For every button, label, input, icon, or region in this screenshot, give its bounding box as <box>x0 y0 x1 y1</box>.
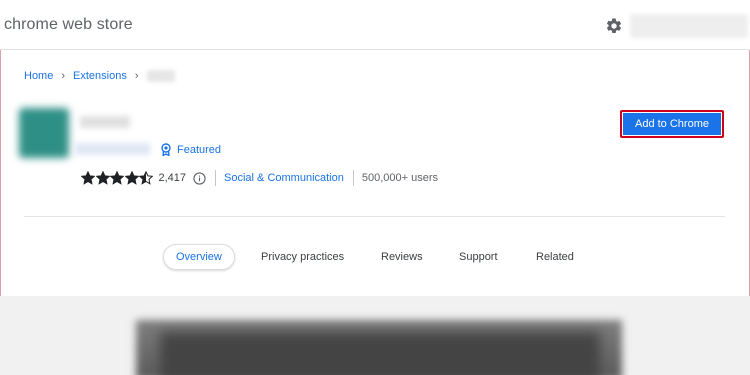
tab-reviews[interactable]: Reviews <box>381 244 423 270</box>
breadcrumb-home[interactable]: Home <box>24 70 53 82</box>
store-title[interactable]: chrome web store <box>4 16 133 34</box>
tab-overview[interactable]: Overview <box>163 244 235 270</box>
extension-name <box>80 116 130 128</box>
divider <box>215 170 217 186</box>
chevron-right-icon: › <box>134 70 139 82</box>
section-divider <box>24 216 725 217</box>
extension-publisher[interactable] <box>75 143 150 155</box>
star-icon <box>139 171 153 185</box>
store-header: chrome web store <box>0 0 750 50</box>
star-icon <box>124 171 139 185</box>
extension-icon <box>19 108 69 158</box>
chevron-right-icon: › <box>61 70 66 82</box>
add-to-chrome-button[interactable]: Add to Chrome <box>620 110 724 138</box>
info-icon[interactable] <box>193 171 206 185</box>
category-link[interactable]: Social & Communication <box>224 172 344 184</box>
featured-label: Featured <box>177 143 222 156</box>
featured-badge[interactable]: Featured <box>160 143 221 156</box>
breadcrumb-current <box>146 70 175 82</box>
detail-tabs: Overview Privacy practices Reviews Suppo… <box>0 244 750 270</box>
breadcrumb-extensions[interactable]: Extensions <box>73 70 127 82</box>
star-icon <box>110 171 124 185</box>
account-area[interactable] <box>630 14 748 38</box>
gear-icon[interactable] <box>605 17 623 35</box>
divider <box>352 170 354 186</box>
breadcrumb: Home › Extensions › <box>24 70 175 82</box>
star-icon <box>81 171 95 185</box>
rating-count[interactable]: 2,417 <box>159 172 187 184</box>
extension-screenshot-content <box>160 332 600 375</box>
rating-row: 2,417 Social & Communication 500,000+ us… <box>81 170 438 186</box>
star-rating[interactable] <box>81 171 154 185</box>
tab-privacy-practices[interactable]: Privacy practices <box>261 244 344 270</box>
featured-badge-icon <box>161 143 171 156</box>
tab-support[interactable]: Support <box>459 244 498 270</box>
user-count: 500,000+ users <box>361 172 439 184</box>
tab-related[interactable]: Related <box>536 244 574 270</box>
star-icon <box>95 171 110 185</box>
